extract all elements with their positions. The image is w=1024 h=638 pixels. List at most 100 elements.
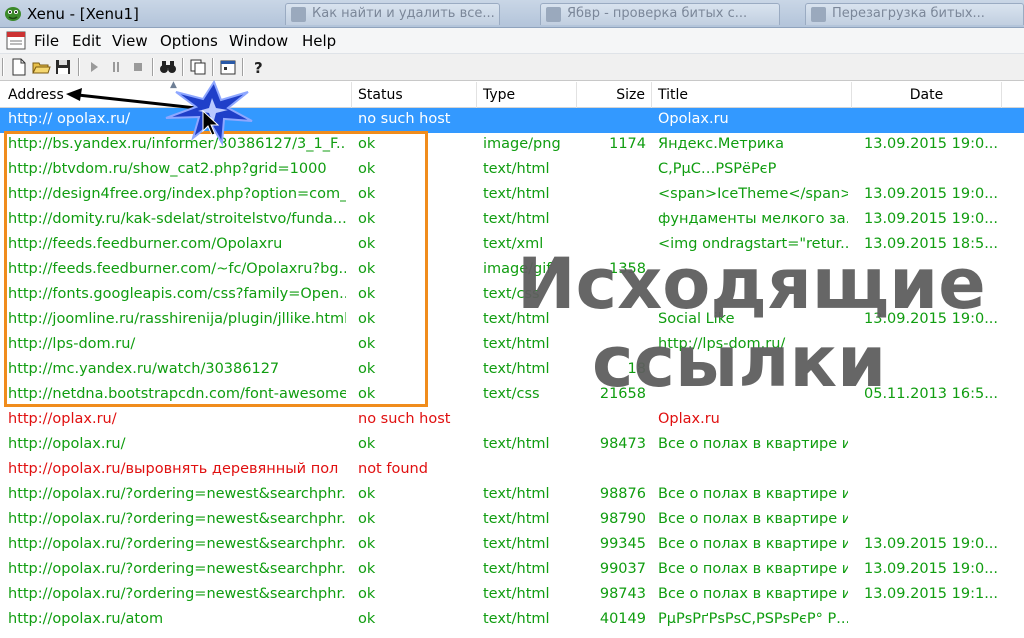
- cell-address: http://opolax.ru/?ordering=newest&search…: [8, 511, 346, 527]
- window-title: Xenu - [Xenu1]: [27, 5, 139, 23]
- table-row[interactable]: http://opolax.ru/?ordering=newest&search…: [0, 533, 1024, 558]
- background-tab-1[interactable]: Как найти и удалить все...: [285, 3, 500, 25]
- tab-icon: [291, 7, 306, 22]
- cell-date: 13.09.2015 19:0...: [864, 536, 999, 552]
- cell-type: text/html: [483, 536, 550, 552]
- cell-status: ok: [358, 486, 376, 502]
- cell-date: 13.09.2015 19:1...: [864, 586, 999, 602]
- cell-address: http://opolax.ru/?ordering=newest&search…: [8, 536, 346, 552]
- stop-icon[interactable]: [128, 57, 148, 77]
- cell-type: text/html: [483, 436, 550, 452]
- column-header: Address Status Type Size Title Date: [0, 82, 1024, 108]
- cell-status: no such host: [358, 411, 451, 427]
- cell-title: С,РµС…РЅРёРєР: [658, 161, 777, 177]
- cell-title: РµРѕРґРѕРѕС‚РЅРѕРєР° Р...: [658, 611, 848, 627]
- tab-icon: [546, 7, 561, 22]
- toolbar-separator: [212, 58, 214, 76]
- cell-size: 99345: [599, 536, 646, 552]
- binoculars-icon[interactable]: [158, 57, 178, 77]
- cell-date: 13.09.2015 19:0...: [864, 561, 999, 577]
- cell-address: http://opolax.ru/выровнять деревянный по…: [8, 461, 339, 477]
- menu-window[interactable]: Window: [229, 32, 288, 50]
- open-folder-icon[interactable]: [31, 57, 51, 77]
- cell-title: Все о полах в квартире и...: [658, 586, 848, 602]
- table-row[interactable]: http://opolax.ru/?ordering=newest&search…: [0, 583, 1024, 608]
- table-row[interactable]: http://opolax.ru/ok text/html 98473 Все о п…: [0, 433, 1024, 458]
- menu-edit[interactable]: Edit: [72, 32, 101, 50]
- table-row[interactable]: http://opolax.ru/?ordering=newest&search…: [0, 483, 1024, 508]
- cell-title: Яндекс.Метрика: [658, 136, 784, 152]
- copy-icon[interactable]: [188, 57, 208, 77]
- table-row[interactable]: http://opolax.ru/atom ok text/html 40149 РµР…: [0, 608, 1024, 633]
- cell-title: Все о полах в квартире и...: [658, 436, 848, 452]
- cell-type: image/png: [483, 136, 561, 152]
- cell-address: http:// opolax.ru/: [8, 111, 131, 127]
- sort-ascending-icon: ▲: [170, 80, 177, 90]
- table-row[interactable]: http://opolax.ru/выровнять деревянный по…: [0, 458, 1024, 483]
- column-header-status[interactable]: Status: [352, 82, 477, 108]
- overlay-caption-line2: ссылки: [592, 321, 887, 403]
- cell-type: text/html: [483, 161, 550, 177]
- xenu-app-icon[interactable]: [3, 3, 23, 23]
- background-tab-label: Как найти и удалить все...: [312, 6, 495, 21]
- cell-title: <span>IceTheme</span>: [658, 186, 848, 202]
- cell-type: text/html: [483, 186, 550, 202]
- background-tab-3[interactable]: Перезагрузка битых...: [805, 3, 1024, 25]
- column-header-title[interactable]: Title: [652, 82, 852, 108]
- overlay-caption-line1: Исходящие: [517, 243, 986, 325]
- title-bar: Xenu - [Xenu1] Как найти и удалить все..…: [0, 0, 1024, 28]
- table-row[interactable]: http://opolax.ru/?ordering=newest&search…: [0, 508, 1024, 533]
- column-header-size[interactable]: Size: [577, 82, 652, 108]
- table-row[interactable]: http://oplax.ru/no such host Oplax.ru: [0, 408, 1024, 433]
- pause-icon[interactable]: [106, 57, 126, 77]
- document-icon[interactable]: [6, 31, 26, 50]
- play-icon[interactable]: [84, 57, 104, 77]
- help-icon[interactable]: ?: [248, 57, 268, 77]
- cell-type: text/css: [483, 386, 540, 402]
- cell-date: 13.09.2015 19:0...: [864, 186, 999, 202]
- cell-address: http://opolax.ru/?ordering=newest&search…: [8, 586, 346, 602]
- cell-status: ok: [358, 561, 376, 577]
- svg-text:?: ?: [254, 59, 263, 77]
- cell-type: text/html: [483, 211, 550, 227]
- cell-title: Opolax.ru: [658, 111, 729, 127]
- column-header-date[interactable]: Date: [852, 82, 1002, 108]
- background-tab-2[interactable]: Ябвр - проверка битых с...: [540, 3, 780, 25]
- toolbar: ?: [0, 54, 1024, 81]
- cell-title: фундаменты мелкого за...: [658, 211, 848, 227]
- toolbar-separator: [242, 58, 244, 76]
- column-header-type[interactable]: Type: [477, 82, 577, 108]
- toolbar-separator: [152, 58, 154, 76]
- new-file-icon[interactable]: [9, 57, 29, 77]
- cell-type: text/html: [483, 361, 550, 377]
- cell-size: 98743: [599, 586, 646, 602]
- menu-view[interactable]: View: [112, 32, 148, 50]
- cell-size: 98473: [599, 436, 646, 452]
- cell-type: text/html: [483, 511, 550, 527]
- cell-date: 13.09.2015 19:0...: [864, 211, 999, 227]
- menu-options[interactable]: Options: [160, 32, 218, 50]
- cell-title: Все о полах в квартире и...: [658, 561, 848, 577]
- cell-size: 99037: [599, 561, 646, 577]
- table-row[interactable]: http:// opolax.ru/no such host Opolax.ru: [0, 108, 1024, 133]
- cell-date: 13.09.2015 19:0...: [864, 136, 999, 152]
- menu-help[interactable]: Help: [302, 32, 336, 50]
- background-tab-label: Ябвр - проверка битых с...: [567, 6, 748, 21]
- cell-type: text/html: [483, 486, 550, 502]
- cell-date: 05.11.2013 16:5...: [864, 386, 999, 402]
- cell-size: 1174: [609, 136, 646, 152]
- cell-type: text/html: [483, 336, 550, 352]
- cell-address: http://opolax.ru/: [8, 436, 126, 452]
- menu-file[interactable]: File: [34, 32, 59, 50]
- toolbar-separator: [78, 58, 80, 76]
- cell-type: text/html: [483, 611, 550, 627]
- background-tab-label: Перезагрузка битых...: [832, 6, 985, 21]
- save-icon[interactable]: [53, 57, 73, 77]
- cell-address: http://opolax.ru/?ordering=newest&search…: [8, 486, 346, 502]
- table-row[interactable]: http://opolax.ru/?ordering=newest&search…: [0, 558, 1024, 583]
- cell-address: http://opolax.ru/?ordering=newest&search…: [8, 561, 346, 577]
- cell-size: 98790: [599, 511, 646, 527]
- cell-status: ok: [358, 611, 376, 627]
- cell-type: text/html: [483, 586, 550, 602]
- properties-icon[interactable]: [218, 57, 238, 77]
